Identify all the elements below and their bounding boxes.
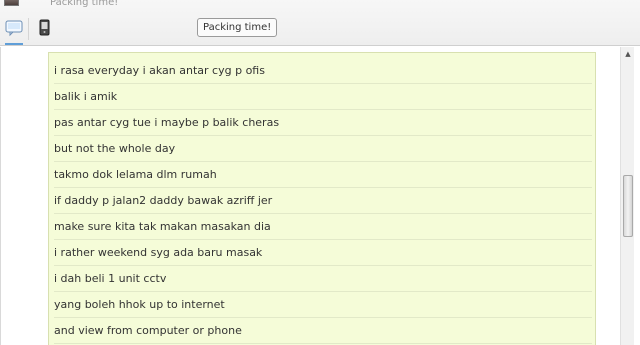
tab-divider bbox=[28, 18, 29, 40]
message-item: balik i amik bbox=[54, 84, 592, 110]
conversation-area[interactable]: i rasa everyday i akan antar cyg p ofis … bbox=[0, 47, 620, 345]
message-item: but not the whole day bbox=[54, 136, 592, 162]
scroll-up-icon[interactable]: ▲ bbox=[621, 47, 635, 61]
message-item: if daddy p jalan2 daddy bawak azriff jer bbox=[54, 188, 592, 214]
mobile-phone-icon[interactable] bbox=[34, 17, 54, 39]
message-item: takmo dok lelama dlm rumah bbox=[54, 162, 592, 188]
message-item: pas antar cyg tue i maybe p balik cheras bbox=[54, 110, 592, 136]
message-list: i rasa everyday i akan antar cyg p ofis … bbox=[48, 52, 596, 345]
message-item: i dah beli 1 unit cctv bbox=[54, 266, 592, 292]
message-item: i rasa everyday i akan antar cyg p ofis bbox=[54, 58, 592, 84]
chat-window-icon[interactable] bbox=[3, 17, 25, 45]
message-item: make sure kita tak makan masakan dia bbox=[54, 214, 592, 240]
message-item: and view from computer or phone bbox=[54, 318, 592, 344]
scroll-thumb[interactable] bbox=[623, 175, 633, 237]
chat-header: Packing time! Packing time! bbox=[0, 0, 640, 46]
top-status-text: Packing time! bbox=[50, 0, 119, 8]
avatar[interactable] bbox=[4, 0, 19, 6]
message-item: i rather weekend syg ada baru masak bbox=[54, 240, 592, 266]
vertical-scrollbar[interactable]: ▲ bbox=[620, 47, 634, 345]
status-message-bubble: Packing time! bbox=[197, 18, 278, 37]
message-item: yang boleh hhok up to internet bbox=[54, 292, 592, 318]
